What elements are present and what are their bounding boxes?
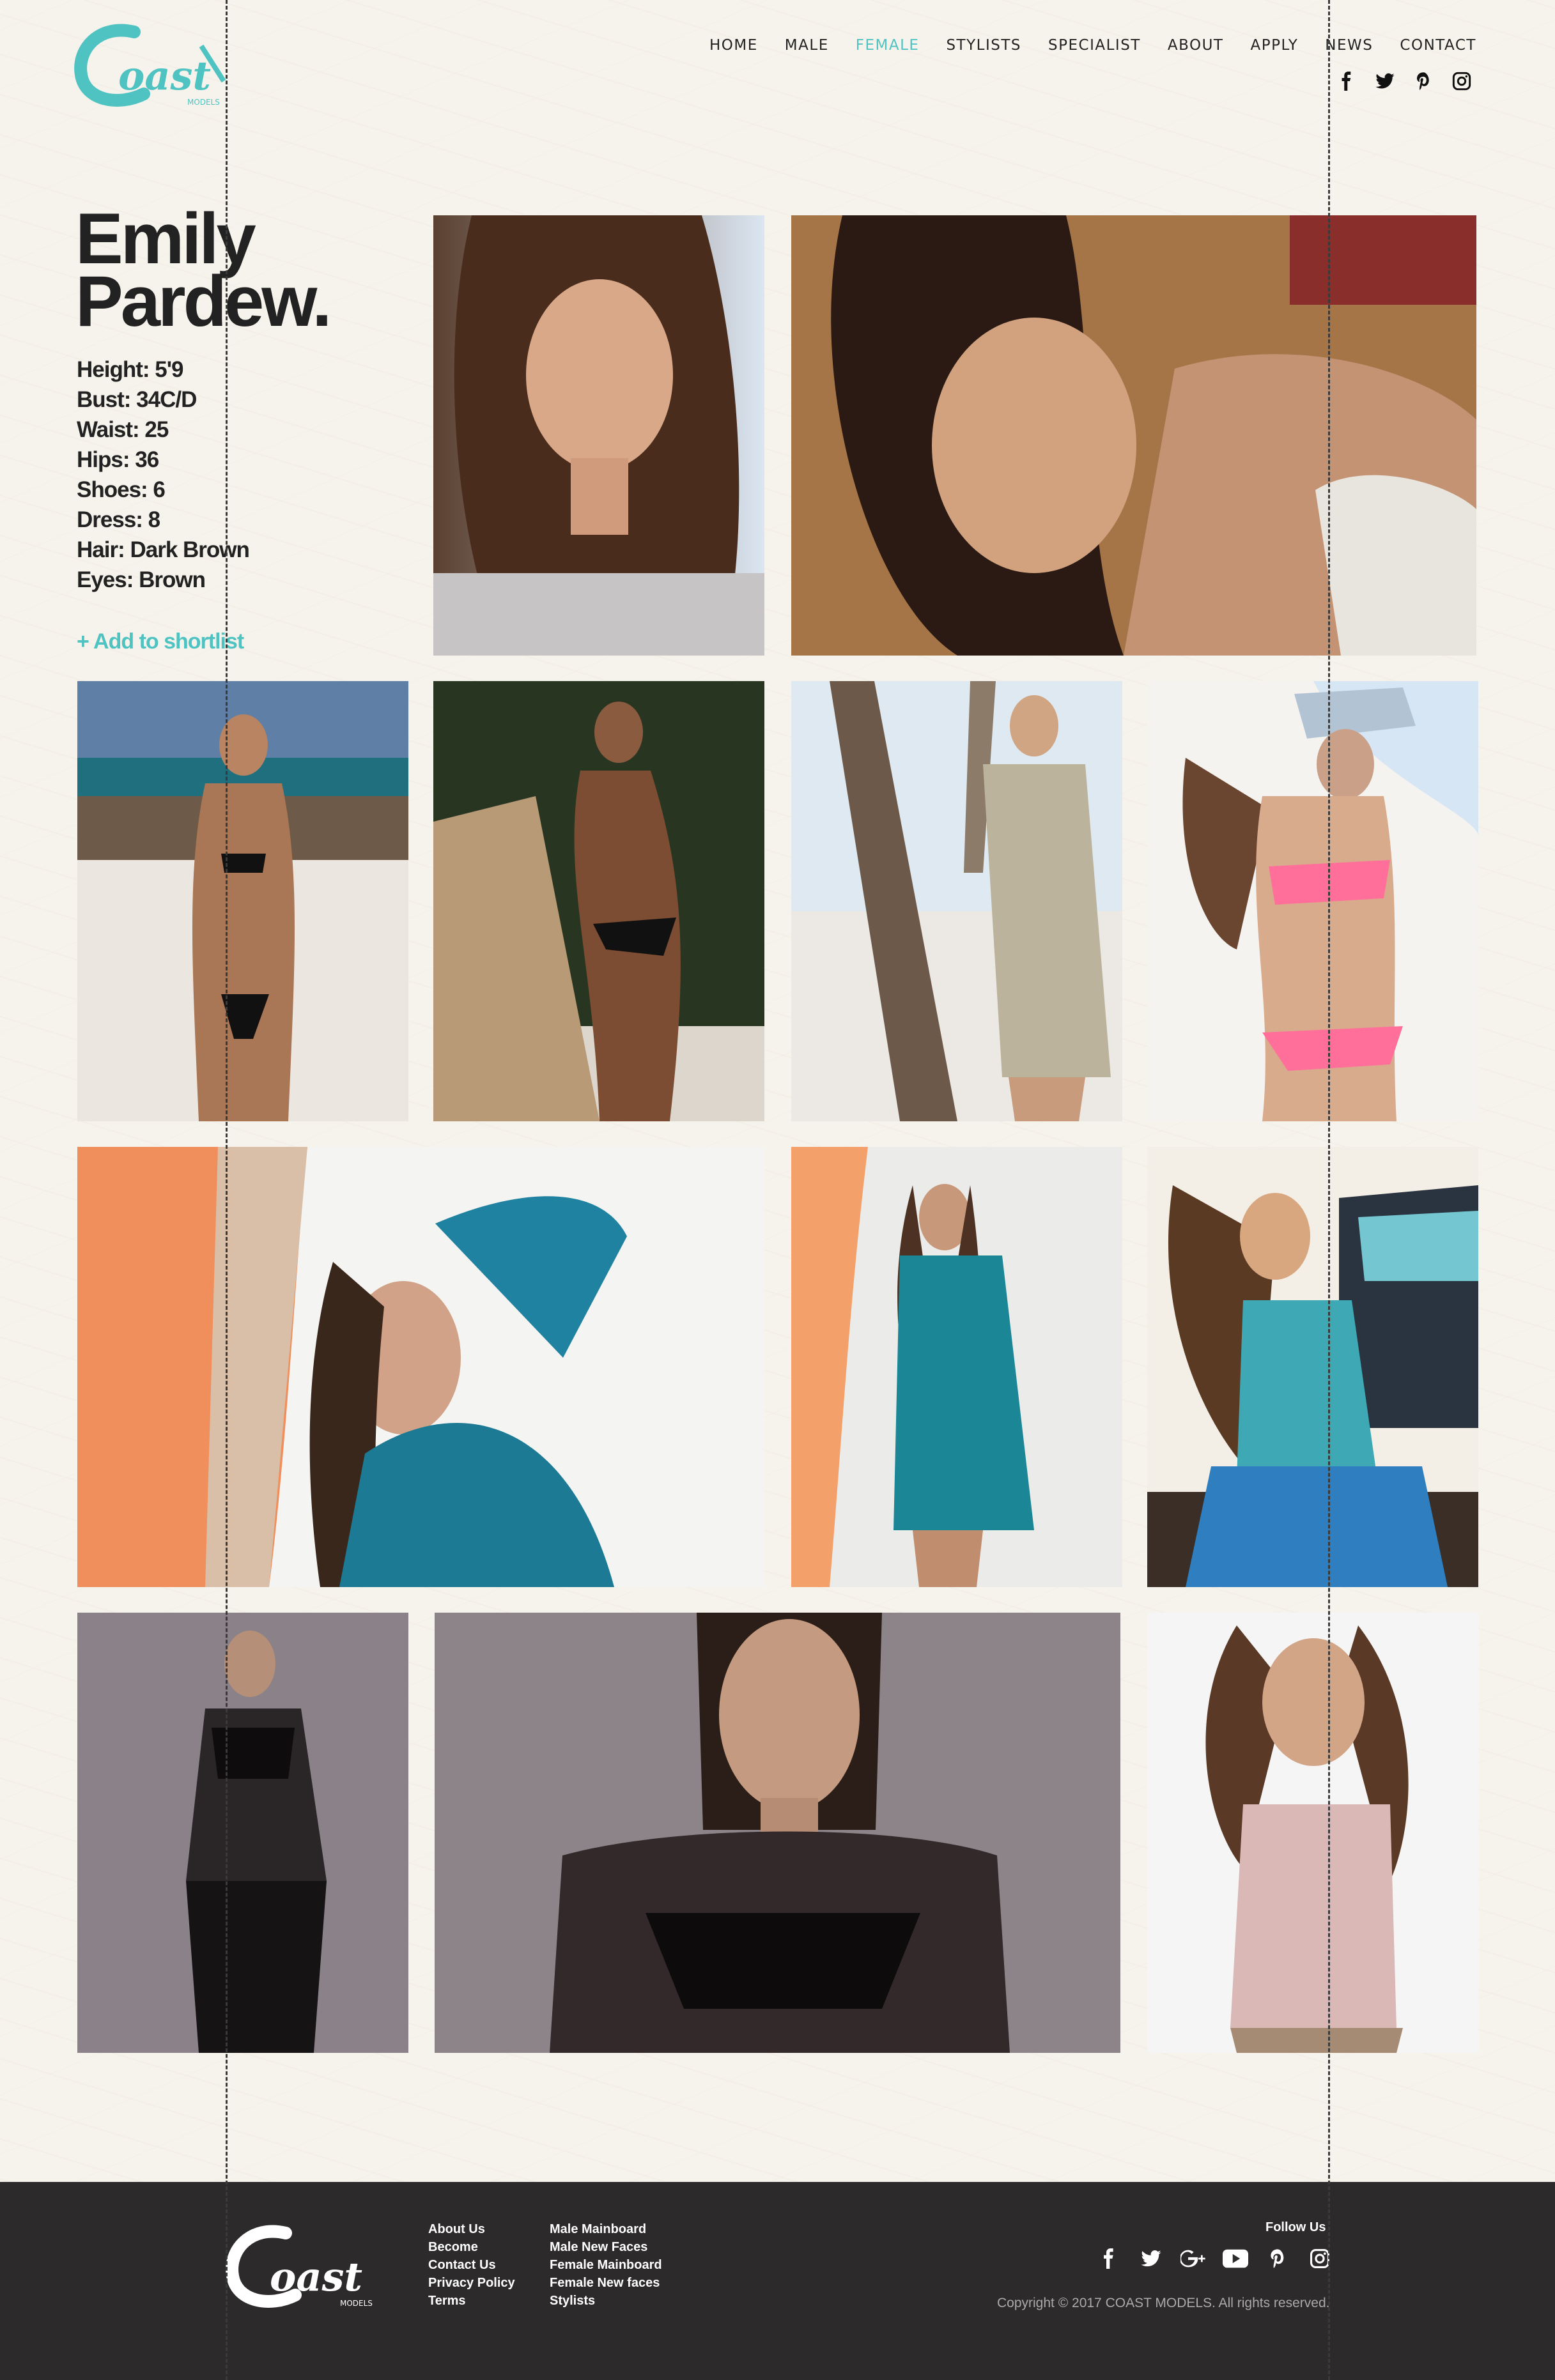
photo-pink-bikini-hat[interactable]: [1147, 681, 1478, 1121]
facebook-icon[interactable]: [1096, 2246, 1122, 2271]
photo-pink-tank-top[interactable]: [1147, 1613, 1478, 2053]
footer-coast-logo[interactable]: oast MODELS: [225, 2222, 391, 2311]
photo-teal-shirt-orange-wall[interactable]: [77, 1147, 764, 1587]
google-plus-icon[interactable]: [1180, 2246, 1206, 2271]
footer-links-boards: Male Mainboard Male New Faces Female Mai…: [550, 2220, 662, 2310]
model-name: Emily Pardew.: [75, 203, 332, 341]
footer-link-terms[interactable]: Terms: [428, 2292, 515, 2310]
twitter-icon[interactable]: [1374, 70, 1396, 92]
stat-waist: Waist: 25: [77, 417, 169, 442]
photo-sheer-black-top-full[interactable]: [77, 1613, 408, 2053]
footer-social-links: [1096, 2246, 1333, 2271]
footer-link-contact-us[interactable]: Contact Us: [428, 2256, 515, 2274]
pinterest-icon[interactable]: [1265, 2246, 1290, 2271]
nav-female[interactable]: FEMALE: [856, 37, 920, 54]
stat-hair: Hair: Dark Brown: [77, 537, 250, 562]
footer-link-privacy-policy[interactable]: Privacy Policy: [428, 2274, 515, 2292]
nav-male[interactable]: MALE: [785, 37, 829, 54]
header-social-links: [1336, 70, 1473, 92]
stat-dress: Dress: 8: [77, 507, 160, 532]
coast-logo[interactable]: oast MODELS: [73, 20, 233, 110]
footer-link-become[interactable]: Become: [428, 2238, 515, 2256]
footer-link-male-mainboard[interactable]: Male Mainboard: [550, 2220, 662, 2238]
stat-shoes: Shoes: 6: [77, 477, 166, 502]
footer-links-company: About Us Become Contact Us Privacy Polic…: [428, 2220, 515, 2310]
svg-text:oast: oast: [270, 2253, 362, 2300]
photo-teal-shirt-full-length[interactable]: [791, 1147, 1122, 1587]
footer-link-female-new-faces[interactable]: Female New faces: [550, 2274, 662, 2292]
footer-link-female-mainboard[interactable]: Female Mainboard: [550, 2256, 662, 2274]
nav-contact[interactable]: CONTACT: [1400, 37, 1476, 54]
svg-text:oast: oast: [118, 52, 211, 99]
site-footer: oast MODELS About Us Become Contact Us P…: [0, 2182, 1555, 2380]
facebook-icon[interactable]: [1336, 70, 1358, 92]
main-nav: HOME MALE FEMALE STYLISTS SPECIALIST ABO…: [709, 37, 1476, 54]
logo-subtext: MODELS: [187, 98, 220, 107]
photo-teal-top-truck[interactable]: [1147, 1147, 1478, 1587]
photo-lying-on-floor-portrait[interactable]: [791, 215, 1476, 656]
footer-link-stylists[interactable]: Stylists: [550, 2292, 662, 2310]
add-to-shortlist-link[interactable]: + Add to shortlist: [77, 629, 244, 654]
nav-home[interactable]: HOME: [709, 37, 758, 54]
stat-bust: Bust: 34C/D: [77, 387, 197, 412]
stat-hips: Hips: 36: [77, 447, 159, 472]
youtube-icon[interactable]: [1223, 2246, 1248, 2271]
pinterest-icon[interactable]: [1412, 70, 1434, 92]
nav-about[interactable]: ABOUT: [1168, 37, 1224, 54]
copyright-text: Copyright © 2017 COAST MODELS. All right…: [997, 2296, 1330, 2310]
nav-news[interactable]: NEWS: [1325, 37, 1373, 54]
twitter-icon[interactable]: [1138, 2246, 1164, 2271]
footer-link-male-new-faces[interactable]: Male New Faces: [550, 2238, 662, 2256]
instagram-icon[interactable]: [1451, 70, 1473, 92]
follow-us-label: Follow Us: [1265, 2220, 1326, 2234]
photo-sheer-black-top-portrait[interactable]: [435, 1613, 1120, 2053]
model-last-name: Pardew.: [75, 261, 332, 341]
photo-beach-bikini-sandy[interactable]: [77, 681, 408, 1121]
photo-tree-khaki-dress[interactable]: [791, 681, 1122, 1121]
nav-specialist[interactable]: SPECIALIST: [1048, 37, 1141, 54]
stat-eyes: Eyes: Brown: [77, 567, 206, 592]
footer-logo-subtext: MODELS: [340, 2299, 373, 2308]
instagram-icon[interactable]: [1307, 2246, 1333, 2271]
stat-height: Height: 5'9: [77, 357, 184, 382]
nav-stylists[interactable]: STYLISTS: [946, 37, 1021, 54]
photo-portrait-close-up[interactable]: [433, 215, 764, 656]
model-measurements: Height: 5'9 Bust: 34C/D Waist: 25 Hips: …: [77, 355, 250, 595]
photo-outdoor-shower-bikini[interactable]: [433, 681, 764, 1121]
nav-apply[interactable]: APPLY: [1250, 37, 1298, 54]
footer-link-about-us[interactable]: About Us: [428, 2220, 515, 2238]
